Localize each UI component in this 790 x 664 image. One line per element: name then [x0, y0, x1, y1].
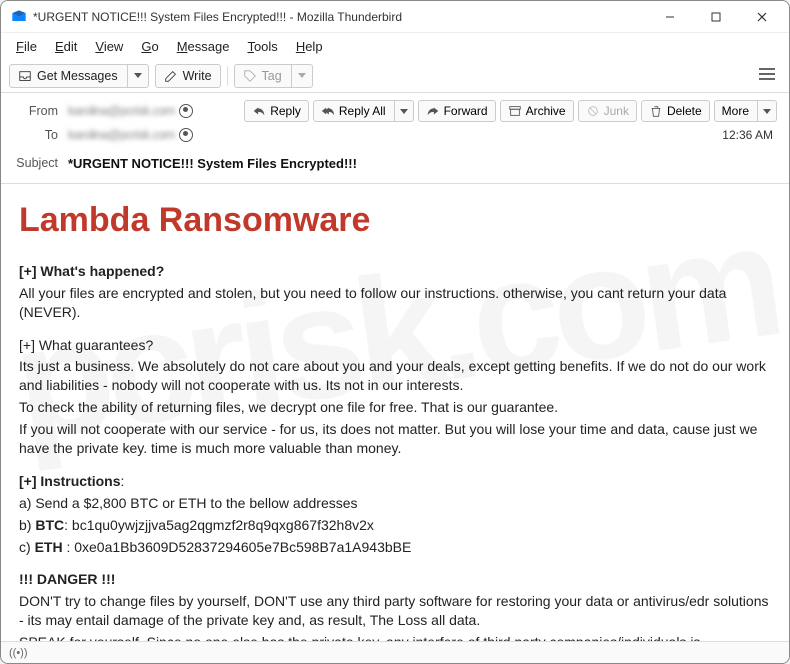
subject-value: *URGENT NOTICE!!! System Files Encrypted…: [68, 156, 357, 171]
statusbar: ((•)): [1, 641, 789, 663]
body-title: Lambda Ransomware: [19, 198, 771, 244]
inbox-icon: [18, 69, 32, 83]
pencil-icon: [164, 69, 178, 83]
app-window: *URGENT NOTICE!!! System Files Encrypted…: [0, 0, 790, 664]
from-label: From: [13, 104, 68, 118]
menu-message[interactable]: Message: [170, 37, 237, 56]
archive-label: Archive: [526, 104, 566, 118]
get-messages-label: Get Messages: [37, 69, 118, 83]
menu-help[interactable]: Help: [289, 37, 330, 56]
reply-all-icon: [321, 104, 335, 118]
sec2-l3: If you will not cooperate with our servi…: [19, 420, 771, 458]
sec2-l1: Its just a business. We absolutely do no…: [19, 357, 771, 395]
more-dropdown[interactable]: [757, 101, 776, 121]
junk-button[interactable]: Junk: [578, 100, 637, 122]
titlebar: *URGENT NOTICE!!! System Files Encrypted…: [1, 1, 789, 33]
menu-file[interactable]: File: [9, 37, 44, 56]
sec1-body: All your files are encrypted and stolen,…: [19, 284, 771, 322]
from-address: karolina@pcrisk.com: [68, 104, 175, 118]
window-controls: [647, 2, 785, 32]
message-actions: Reply Reply All Forward Archive J: [244, 100, 777, 122]
menu-edit[interactable]: Edit: [48, 37, 84, 56]
reply-all-dropdown[interactable]: [394, 101, 413, 121]
delete-button[interactable]: Delete: [641, 100, 710, 122]
sec3-b-label: b) BTC: [19, 517, 64, 533]
menubar: File Edit View Go Message Tools Help: [1, 33, 789, 59]
sec1-head: [+] What's happened?: [19, 263, 164, 279]
to-value: karolina@pcrisk.com: [68, 128, 193, 142]
sec3-c-val: : 0xe0a1Bb3609D52837294605e7Bc598B7a1A94…: [63, 539, 412, 555]
sec3-c-label: c) ETH: [19, 539, 63, 555]
online-status-icon[interactable]: ((•)): [9, 647, 28, 659]
trash-icon: [649, 104, 663, 118]
tag-label: Tag: [262, 69, 282, 83]
contact-icon[interactable]: [179, 128, 193, 142]
from-value: karolina@pcrisk.com: [68, 104, 193, 118]
subject-label: Subject: [13, 156, 68, 170]
sec4-l1: DON'T try to change files by yourself, D…: [19, 592, 771, 630]
archive-button[interactable]: Archive: [500, 100, 574, 122]
to-label: To: [13, 128, 68, 142]
contact-icon[interactable]: [179, 104, 193, 118]
close-button[interactable]: [739, 2, 785, 32]
sec2-l2: To check the ability of returning files,…: [19, 398, 771, 417]
forward-icon: [426, 104, 440, 118]
sec2-head: [+] What guarantees?: [19, 336, 771, 355]
more-button[interactable]: More: [714, 100, 777, 122]
menu-view[interactable]: View: [88, 37, 130, 56]
junk-icon: [586, 104, 600, 118]
tag-button[interactable]: Tag: [234, 64, 313, 88]
reply-icon: [252, 104, 266, 118]
write-button[interactable]: Write: [155, 64, 221, 88]
tag-dropdown[interactable]: [291, 65, 312, 87]
message-header: From karolina@pcrisk.com Reply Reply All…: [1, 93, 789, 184]
window-title: *URGENT NOTICE!!! System Files Encrypted…: [33, 10, 647, 24]
sec3-a: a) Send a $2,800 BTC or ETH to the bello…: [19, 494, 771, 513]
minimize-button[interactable]: [647, 2, 693, 32]
message-time: 12:36 AM: [722, 128, 777, 142]
forward-button[interactable]: Forward: [418, 100, 496, 122]
more-label: More: [722, 104, 749, 118]
menu-go[interactable]: Go: [134, 37, 165, 56]
get-messages-dropdown[interactable]: [127, 65, 148, 87]
forward-label: Forward: [444, 104, 488, 118]
reply-all-button[interactable]: Reply All: [313, 100, 414, 122]
toolbar-separator: [227, 66, 228, 86]
toolbar: Get Messages Write Tag: [1, 59, 789, 93]
get-messages-button[interactable]: Get Messages: [9, 64, 149, 88]
reply-button[interactable]: Reply: [244, 100, 309, 122]
to-address: karolina@pcrisk.com: [68, 128, 175, 142]
menu-tools[interactable]: Tools: [240, 37, 284, 56]
sec4-l2: SPEAK for yourself. Since no one else ha…: [19, 633, 771, 641]
junk-label: Junk: [604, 104, 629, 118]
write-label: Write: [183, 69, 212, 83]
message-body: Lambda Ransomware [+] What's happened? A…: [1, 184, 789, 641]
sec4-head: !!! DANGER !!!: [19, 571, 115, 587]
archive-icon: [508, 104, 522, 118]
sec3-b-val: : bc1qu0ywjzjjva5ag2qgmzf2r8q9qxg867f32h…: [64, 517, 374, 533]
sec3-head: [+] Instructions: [19, 473, 121, 489]
delete-label: Delete: [667, 104, 702, 118]
reply-all-label: Reply All: [339, 104, 386, 118]
tag-icon: [243, 69, 257, 83]
maximize-button[interactable]: [693, 2, 739, 32]
thunderbird-icon: [11, 9, 27, 25]
reply-label: Reply: [270, 104, 301, 118]
app-menu-button[interactable]: [753, 64, 781, 87]
